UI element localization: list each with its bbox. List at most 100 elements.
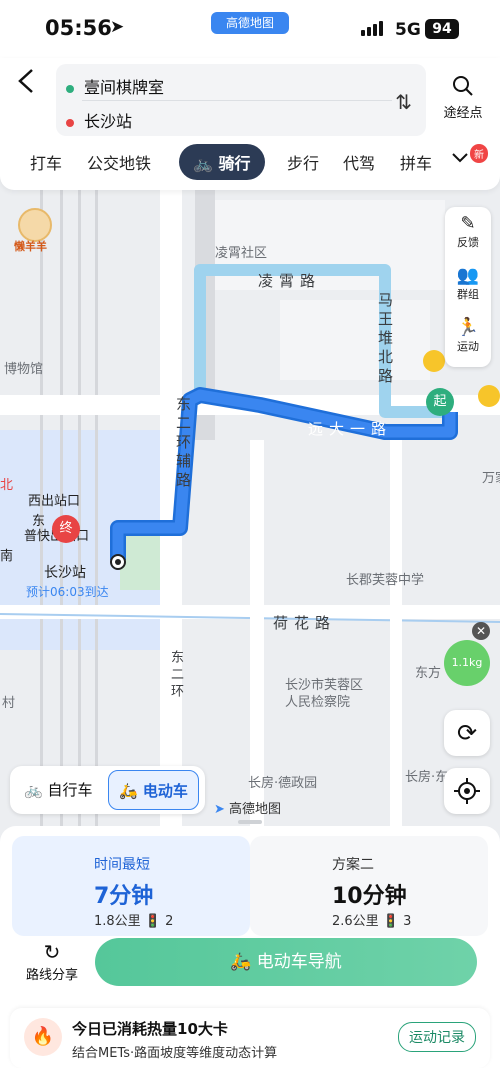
chevron-down-icon bbox=[452, 153, 468, 163]
sport-label: 运动 bbox=[457, 340, 479, 353]
road-label-mawangdui: 马王堆北路 bbox=[376, 292, 394, 387]
poi-north: 北 bbox=[0, 478, 14, 493]
brand-label: 高德地图 bbox=[229, 802, 282, 817]
poi-lingxiao: 凌霄社区 bbox=[215, 246, 268, 261]
swap-icon[interactable]: ⇅ bbox=[395, 90, 412, 114]
road-label-yuanda: 远大一路 bbox=[308, 420, 393, 438]
status-bar: 05:56 ➤ 高德地图 5G 94 bbox=[0, 0, 500, 58]
plan1-distance: 1.8公里 bbox=[94, 914, 141, 929]
group-button[interactable]: 👥 群组 bbox=[445, 265, 491, 302]
eta-label: 预计06:03到达 bbox=[26, 585, 109, 599]
battery-indicator: 94 bbox=[425, 19, 459, 39]
new-badge: 新 bbox=[470, 144, 488, 163]
origin-field[interactable]: 壹间棋牌室 bbox=[66, 74, 164, 98]
plan1-tag: 时间最短 bbox=[94, 857, 150, 873]
poi-museum: 博物馆 bbox=[4, 362, 44, 377]
flame-icon: 🔥 bbox=[24, 1018, 62, 1056]
start-marker[interactable]: 起 bbox=[426, 388, 454, 416]
exercise-record-button[interactable]: 运动记录 bbox=[398, 1022, 476, 1052]
plan1-lights: 2 bbox=[165, 914, 174, 929]
tab-carpool[interactable]: 拼车 bbox=[400, 150, 432, 174]
plan-card-2[interactable]: 方案二 10分钟 2.6公里 🚦 3 bbox=[250, 836, 488, 936]
mascot-label: 懒羊羊 bbox=[14, 240, 47, 253]
sport-button[interactable]: 🏃 运动 bbox=[445, 317, 491, 354]
bike-label: 自行车 bbox=[47, 781, 93, 799]
destination-dot-icon bbox=[66, 118, 74, 127]
poi-pin-icon[interactable] bbox=[423, 350, 445, 372]
mascot-icon[interactable]: 懒羊羊 bbox=[14, 208, 56, 253]
road-label-lingxiao: 凌霄路 bbox=[258, 272, 322, 290]
refresh-button[interactable]: ⟳ bbox=[444, 710, 490, 756]
drag-handle[interactable] bbox=[238, 820, 262, 824]
search-icon bbox=[453, 76, 473, 96]
bike-option[interactable]: 🚲 自行车 bbox=[14, 770, 102, 810]
tab-transit[interactable]: 公交地铁 bbox=[87, 150, 151, 174]
poi-dezheng: 长房·德政园 bbox=[248, 776, 318, 791]
tab-more[interactable]: 新 bbox=[450, 144, 490, 172]
tab-taxi[interactable]: 打车 bbox=[30, 150, 62, 174]
calorie-card: 🔥 今日已消耗热量10大卡 结合METs·路面坡度等维度动态计算 运动记录 bbox=[10, 1008, 490, 1068]
traffic-light-icon: 🚦 bbox=[382, 914, 400, 929]
back-button[interactable] bbox=[14, 66, 42, 102]
poi-village: 村 bbox=[2, 696, 16, 711]
feedback-button[interactable]: ✎ 反馈 bbox=[445, 213, 491, 250]
tab-chauffeur[interactable]: 代驾 bbox=[343, 150, 375, 174]
locate-button[interactable] bbox=[444, 768, 490, 814]
share-icon: ↻ bbox=[43, 940, 61, 964]
bike-icon: 🚲 bbox=[193, 154, 213, 173]
poi-changsha-station: 长沙站 bbox=[44, 565, 86, 581]
origin-text: 壹间棋牌室 bbox=[84, 78, 165, 97]
poi-procuratorate-2: 人民检察院 bbox=[285, 695, 351, 710]
waypoint-button[interactable]: 途经点 bbox=[440, 74, 486, 121]
share-label: 路线分享 bbox=[25, 968, 78, 983]
bottom-panel: 时间最短 7分钟 1.8公里 🚦 2 方案二 10分钟 2.6公里 🚦 3 ↻ … bbox=[0, 820, 500, 1068]
start-navigation-button[interactable]: 🛵 电动车导航 bbox=[95, 938, 477, 986]
calorie-subtitle: 结合METs·路面坡度等维度动态计算 bbox=[72, 1046, 278, 1061]
route-header: 壹间棋牌室 长沙站 ⇅ 途经点 打车 公交地铁 🚲 骑行 步行 代驾 拼车 新 bbox=[0, 58, 500, 190]
navigate-label: 电动车导航 bbox=[256, 952, 342, 972]
poi-pin-icon[interactable] bbox=[478, 385, 500, 407]
tab-walk[interactable]: 步行 bbox=[287, 150, 319, 174]
plan2-distance: 2.6公里 bbox=[332, 914, 379, 929]
ebike-option[interactable]: 🛵 电动车 bbox=[108, 770, 199, 810]
pencil-icon: ✎ bbox=[460, 213, 476, 234]
share-route-button[interactable]: ↻ 路线分享 bbox=[20, 940, 84, 983]
poi-west-exit: 西出站口 bbox=[28, 494, 81, 509]
origin-dot-icon bbox=[66, 84, 74, 93]
brand-watermark: ➤ 高德地图 bbox=[214, 798, 281, 817]
plan2-lights: 3 bbox=[403, 914, 412, 929]
road-label-hehua: 荷花路 bbox=[273, 614, 337, 632]
poi-wanjia: 万家 bbox=[482, 471, 500, 486]
refresh-icon: ⟳ bbox=[456, 719, 478, 747]
destination-text: 长沙站 bbox=[84, 112, 133, 131]
tab-cycling-label: 骑行 bbox=[218, 154, 251, 173]
poi-changfang-east: 长房·东 bbox=[405, 770, 449, 785]
poi-middle-school: 长郡芙蓉中学 bbox=[346, 573, 425, 588]
close-bubble-icon[interactable]: ✕ bbox=[472, 622, 490, 640]
plan1-duration: 7分钟 bbox=[94, 884, 154, 909]
carbon-bubble[interactable]: 1.1kg bbox=[444, 640, 490, 686]
plan1-meta: 1.8公里 🚦 2 bbox=[94, 910, 173, 929]
group-icon: 👥 bbox=[456, 265, 480, 286]
crosshair-icon bbox=[454, 778, 480, 804]
traffic-light-icon: 🚦 bbox=[144, 914, 162, 929]
chevron-left-icon bbox=[18, 69, 33, 93]
clock: 05:56 bbox=[45, 16, 112, 40]
destination-field[interactable]: 长沙站 bbox=[66, 108, 132, 132]
poi-south: 南 bbox=[0, 549, 14, 564]
run-icon: 🏃 bbox=[456, 317, 480, 338]
route-input-box: 壹间棋牌室 长沙站 ⇅ bbox=[56, 64, 426, 136]
end-marker[interactable]: 终 bbox=[52, 515, 80, 543]
plan-card-1[interactable]: 时间最短 7分钟 1.8公里 🚦 2 bbox=[12, 836, 250, 936]
app-pill[interactable]: 高德地图 bbox=[211, 12, 289, 34]
scooter-icon: 🛵 bbox=[230, 952, 252, 972]
tab-cycling[interactable]: 🚲 骑行 bbox=[179, 144, 265, 180]
waypoint-label: 途经点 bbox=[443, 106, 483, 121]
plan2-tag: 方案二 bbox=[332, 857, 374, 873]
network-type: 5G bbox=[395, 20, 421, 40]
plan2-duration: 10分钟 bbox=[332, 884, 407, 909]
road-label-erhuan-fulu: 东二环辅路 bbox=[174, 396, 192, 491]
group-label: 群组 bbox=[457, 288, 479, 301]
vehicle-toggle: 🚲 自行车 🛵 电动车 bbox=[10, 766, 205, 814]
location-arrow-icon: ➤ bbox=[110, 17, 125, 37]
